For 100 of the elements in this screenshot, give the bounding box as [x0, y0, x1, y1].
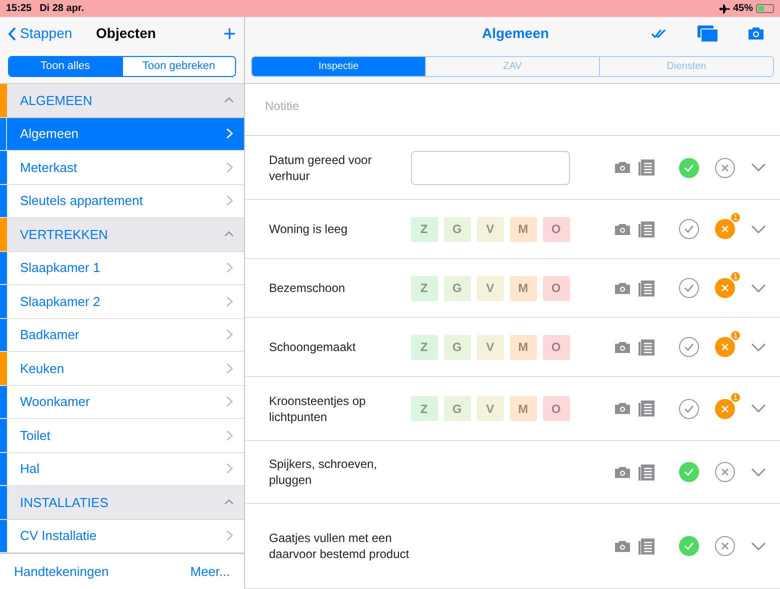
sidebar-item[interactable]: Badkamer	[0, 318, 244, 352]
rating-button[interactable]: M	[510, 216, 537, 242]
reject-button[interactable]	[715, 536, 735, 556]
filter-tab[interactable]: Toon gebreken	[122, 57, 235, 76]
section-header[interactable]: VERTREKKEN	[0, 218, 244, 252]
camera-icon[interactable]	[615, 282, 630, 294]
battery-icon	[756, 4, 774, 13]
rating-button[interactable]: G	[444, 216, 471, 242]
rating-button[interactable]: M	[510, 276, 537, 300]
footer-link[interactable]: Meer...	[190, 562, 230, 582]
count-badge: 1	[730, 212, 741, 223]
item-label: Sleutels appartement	[19, 192, 144, 210]
rating-button[interactable]: Z	[410, 216, 438, 242]
expand-chevron-icon[interactable]	[751, 224, 766, 234]
reject-button[interactable]	[715, 337, 735, 357]
notes-icon[interactable]	[638, 338, 655, 356]
section-header[interactable]: ALGEMEEN	[0, 84, 244, 118]
rating-button[interactable]: Z	[410, 276, 438, 300]
sidebar-item[interactable]: CV Installatie	[0, 520, 244, 553]
segment-tab[interactable]: Inspectie	[252, 57, 425, 76]
date-field[interactable]	[410, 150, 570, 184]
count-badge: 1	[730, 392, 741, 402]
sidebar-item[interactable]: Woonkamer	[0, 386, 244, 419]
section-title: ALGEMEEN	[19, 92, 94, 110]
item-label: Slaapkamer 2	[19, 292, 102, 311]
rating-button[interactable]: M	[510, 334, 537, 360]
camera-icon[interactable]	[748, 27, 764, 40]
double-check-icon[interactable]	[651, 28, 667, 38]
notes-icon[interactable]	[638, 280, 655, 296]
sidebar-item[interactable]: Slaapkamer 1	[0, 252, 244, 285]
stacked-squares-icon[interactable]	[697, 25, 718, 42]
sidebar-item[interactable]: Meterkast	[0, 151, 244, 184]
reject-button[interactable]	[715, 462, 735, 482]
expand-chevron-icon[interactable]	[751, 342, 766, 352]
chevron-right-icon	[226, 262, 232, 274]
back-button[interactable]: Stappen	[8, 23, 72, 44]
notes-icon[interactable]	[638, 159, 655, 176]
approve-button[interactable]	[679, 337, 699, 357]
rating-button[interactable]: O	[542, 276, 570, 300]
approve-button[interactable]	[679, 462, 699, 482]
rating-button[interactable]: M	[510, 396, 537, 421]
clock-text: 15:25	[6, 2, 32, 16]
expand-chevron-icon[interactable]	[751, 163, 766, 172]
main-title: Algemeen	[482, 24, 549, 43]
rating-button[interactable]: V	[476, 276, 504, 300]
chevron-right-icon	[226, 195, 232, 206]
rating-button[interactable]: G	[444, 276, 471, 300]
expand-chevron-icon[interactable]	[751, 542, 766, 550]
reject-button[interactable]	[715, 278, 735, 298]
rating-button[interactable]: V	[476, 334, 504, 360]
rating-button[interactable]: O	[542, 396, 570, 421]
sidebar-item[interactable]: Sleutels appartement	[0, 184, 244, 218]
rating-button[interactable]: Z	[410, 396, 438, 421]
notes-icon[interactable]	[638, 220, 655, 238]
notes-icon[interactable]	[638, 538, 655, 554]
approve-button[interactable]	[679, 219, 699, 239]
reject-button[interactable]	[715, 158, 735, 178]
footer-link[interactable]: Handtekeningen	[14, 562, 109, 582]
rating-button[interactable]: O	[542, 216, 570, 242]
sidebar-item[interactable]: Slaapkamer 2	[0, 285, 244, 318]
check-icon	[684, 284, 694, 292]
chevron-right-icon	[226, 128, 232, 140]
filter-tab[interactable]: Toon alles	[9, 57, 122, 76]
sidebar-item[interactable]: Hal	[0, 452, 244, 486]
rating-button[interactable]: V	[476, 396, 504, 421]
approve-button[interactable]	[679, 158, 699, 178]
notes-icon[interactable]	[638, 464, 655, 480]
camera-icon[interactable]	[615, 466, 630, 478]
rating-button[interactable]: V	[476, 216, 504, 242]
cross-icon	[721, 343, 729, 351]
rating-button[interactable]: O	[542, 334, 570, 360]
camera-icon[interactable]	[615, 162, 630, 173]
section-header[interactable]: INSTALLATIES	[0, 486, 244, 520]
camera-icon[interactable]	[615, 403, 630, 414]
sidebar-item[interactable]: Toilet	[0, 419, 244, 452]
note-field[interactable]: Notitie	[265, 97, 760, 115]
rating-button[interactable]: Z	[410, 334, 438, 360]
expand-chevron-icon[interactable]	[751, 404, 766, 413]
expand-chevron-icon[interactable]	[751, 468, 766, 476]
approve-button[interactable]	[679, 536, 699, 556]
rating-button[interactable]: G	[444, 396, 471, 421]
add-button[interactable]: +	[223, 22, 236, 44]
approve-button[interactable]	[679, 278, 699, 298]
sidebar-item[interactable]: Keuken	[0, 352, 244, 386]
segment-tab[interactable]: Diensten	[599, 57, 773, 76]
chevron-right-icon	[226, 396, 232, 408]
camera-icon[interactable]	[615, 224, 630, 234]
reject-button[interactable]	[715, 398, 735, 418]
chevron-right-icon	[226, 362, 232, 374]
approve-button[interactable]	[679, 398, 699, 418]
notes-icon[interactable]	[638, 400, 655, 417]
item-label: Slaapkamer 1	[19, 259, 102, 277]
rating-button[interactable]: G	[444, 334, 471, 360]
expand-chevron-icon[interactable]	[751, 284, 766, 292]
row-label: Bezemschoon	[269, 280, 346, 296]
reject-button[interactable]	[715, 219, 735, 239]
sidebar-item[interactable]: Algemeen	[0, 118, 244, 151]
camera-icon[interactable]	[615, 342, 630, 352]
chevron-right-icon	[226, 530, 232, 542]
camera-icon[interactable]	[615, 540, 630, 552]
